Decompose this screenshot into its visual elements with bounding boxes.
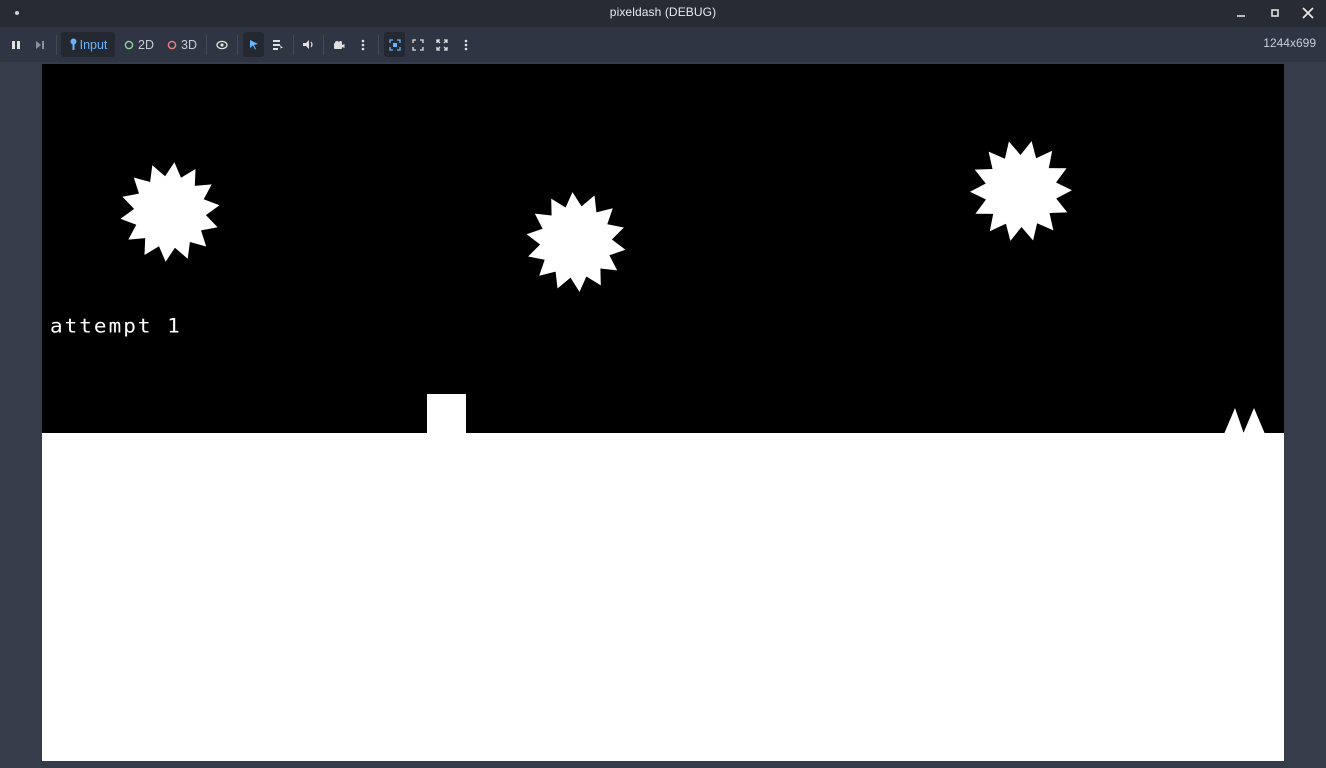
circle-2d-icon <box>124 40 134 49</box>
maximize-icon[interactable] <box>1265 4 1285 22</box>
toolbar-separator <box>293 35 294 55</box>
debug-toolbar: Input 2D 3D 1244x699 <box>0 27 1326 63</box>
embed-window-button[interactable] <box>384 32 405 57</box>
toolbar-separator <box>206 35 207 55</box>
toolbar-separator <box>56 35 57 55</box>
resolution-label: 1244x699 <box>1263 36 1316 50</box>
pause-button[interactable] <box>6 32 26 57</box>
visibility-button[interactable] <box>212 32 232 57</box>
speaker-icon <box>303 40 313 49</box>
window-titlebar: pixeldash (DEBUG) <box>0 0 1326 27</box>
spiked-sun-middle <box>526 192 626 292</box>
minimize-icon[interactable] <box>1231 4 1251 22</box>
mode-2d-label: 2D <box>138 37 154 52</box>
game-viewport[interactable]: attempt 1 <box>42 64 1284 761</box>
toolbar-separator <box>378 35 379 55</box>
camera-button[interactable] <box>329 32 349 57</box>
fit-window-icon <box>412 38 424 51</box>
camera-icon <box>334 40 345 49</box>
circle-3d-icon <box>167 40 177 49</box>
next-frame-icon <box>35 40 44 49</box>
embed-window-icon <box>388 38 401 51</box>
window-title: pixeldash (DEBUG) <box>609 5 717 19</box>
fullscreen-icon <box>436 38 448 51</box>
toolbar-separator <box>237 35 238 55</box>
kebab-menu-icon <box>361 39 365 50</box>
close-icon[interactable] <box>1298 4 1318 22</box>
pause-icon <box>12 40 20 49</box>
arrow-select-icon <box>249 40 258 50</box>
player-square <box>427 394 466 434</box>
list-select-icon <box>272 39 283 50</box>
spiked-sun-right <box>970 141 1072 241</box>
toolbar-separator <box>323 35 324 55</box>
next-frame-button[interactable] <box>30 32 50 57</box>
input-toggle-button[interactable]: Input <box>61 32 115 57</box>
ground <box>42 433 1284 761</box>
mode-3d-label: 3D <box>181 37 197 52</box>
eye-icon <box>216 40 228 49</box>
spike-pair <box>1224 408 1265 434</box>
audio-button[interactable] <box>298 32 318 57</box>
attempt-counter: attempt 1 <box>50 314 182 338</box>
more-options-button[interactable] <box>457 32 475 57</box>
list-select-button[interactable] <box>267 32 288 57</box>
mode-3d-button[interactable]: 3D <box>164 32 200 57</box>
camera-options-button[interactable] <box>354 32 372 57</box>
fullscreen-button[interactable] <box>432 32 452 57</box>
kebab-menu-icon <box>464 39 468 50</box>
input-label: Input <box>79 37 108 52</box>
fit-window-button[interactable] <box>408 32 428 57</box>
mode-2d-button[interactable]: 2D <box>121 32 157 57</box>
joypad-icon <box>70 38 77 50</box>
spiked-sun-left <box>120 162 220 262</box>
select-mode-button[interactable] <box>243 32 264 57</box>
